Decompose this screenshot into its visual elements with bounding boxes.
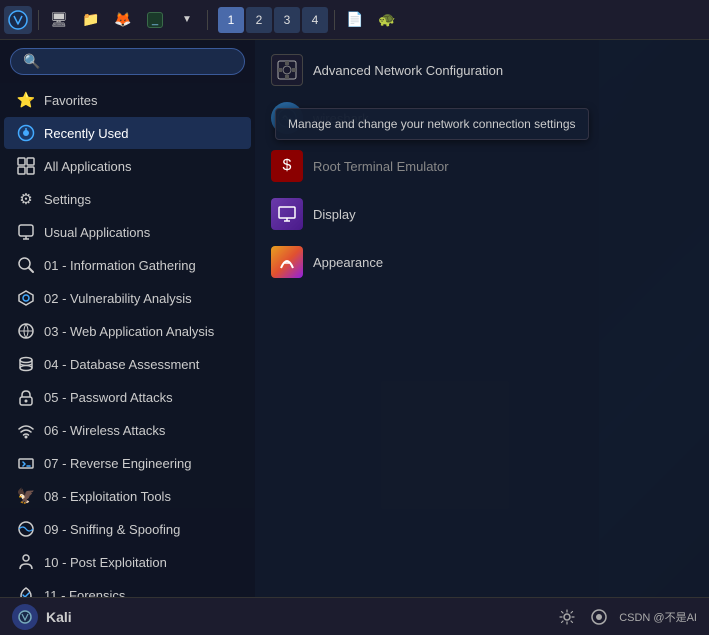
post-exploit-icon: [16, 552, 36, 572]
info-gathering-icon: [16, 255, 36, 275]
all-applications-label: All Applications: [44, 159, 239, 174]
taskbar-firefox-icon[interactable]: 🦊: [109, 6, 137, 34]
02-label: 02 - Vulnerability Analysis: [44, 291, 239, 306]
app-list-panel: Manage and change your network connectio…: [255, 40, 709, 597]
taskbar-terminal-icon[interactable]: _: [141, 6, 169, 34]
taskbar-files-icon[interactable]: 📁: [77, 6, 105, 34]
bottom-settings-icon[interactable]: [555, 605, 579, 629]
07-label: 07 - Reverse Engineering: [44, 456, 239, 471]
app-item-display[interactable]: Display: [263, 192, 701, 236]
10-label: 10 - Post Exploitation: [44, 555, 239, 570]
search-icon: 🔍: [23, 53, 40, 70]
wireless-icon: [16, 420, 36, 440]
root-terminal-label: Root Terminal Emulator: [313, 159, 449, 174]
workspace-switcher: 1 2 3 4: [218, 7, 328, 33]
11-label: 11 - Forensics: [44, 588, 239, 598]
favorites-icon: ⭐: [16, 90, 36, 110]
usual-apps-icon: [16, 222, 36, 242]
main-area: 🔍 ⭐ Favorites Recently Used: [0, 40, 709, 597]
root-terminal-icon: $: [271, 150, 303, 182]
menu-list: ⭐ Favorites Recently Used: [0, 83, 255, 597]
sidebar-item-01-info-gathering[interactable]: 01 - Information Gathering: [4, 249, 251, 281]
db-assessment-icon: [16, 354, 36, 374]
09-label: 09 - Sniffing & Spoofing: [44, 522, 239, 537]
06-label: 06 - Wireless Attacks: [44, 423, 239, 438]
app-item-appearance[interactable]: Appearance: [263, 240, 701, 284]
adv-net-config-label: Advanced Network Configuration: [313, 63, 503, 78]
recently-used-label: Recently Used: [44, 126, 239, 141]
08-label: 08 - Exploitation Tools: [44, 489, 239, 504]
workspace-3[interactable]: 3: [274, 7, 300, 33]
taskbar-display-icon[interactable]: 🖥: [45, 6, 73, 34]
app-item-adv-net-config[interactable]: Advanced Network Configuration: [263, 48, 701, 92]
bottom-bar: Kali CSDN @不是AI: [0, 597, 709, 635]
all-apps-icon: [16, 156, 36, 176]
workspace-2[interactable]: 2: [246, 7, 272, 33]
sidebar-item-10-post-exploit[interactable]: 10 - Post Exploitation: [4, 546, 251, 578]
sidebar-item-08-exploit[interactable]: 🦅 08 - Exploitation Tools: [4, 480, 251, 512]
taskbar-sep-1: [38, 10, 39, 30]
favorites-label: Favorites: [44, 93, 239, 108]
settings-icon: ⚙: [16, 189, 36, 209]
workspace-4[interactable]: 4: [302, 7, 328, 33]
sidebar-item-06-wireless[interactable]: 06 - Wireless Attacks: [4, 414, 251, 446]
sidebar-item-all-applications[interactable]: All Applications: [4, 150, 251, 182]
adv-net-config-icon: [271, 54, 303, 86]
sidebar-item-02-vuln-analysis[interactable]: 02 - Vulnerability Analysis: [4, 282, 251, 314]
taskbar-kali-icon[interactable]: [4, 6, 32, 34]
05-label: 05 - Password Attacks: [44, 390, 239, 405]
bottom-left: Kali: [12, 604, 72, 630]
display-label: Display: [313, 207, 356, 222]
bottom-right-text: CSDN @不是AI: [619, 609, 697, 625]
forensics-icon: [16, 585, 36, 597]
search-bar-container: 🔍: [0, 40, 255, 83]
search-input[interactable]: [48, 54, 232, 69]
exploit-icon: 🦅: [16, 486, 36, 506]
taskbar-extra-icon[interactable]: 🐢: [373, 6, 401, 34]
sidebar-item-03-web-app[interactable]: 03 - Web Application Analysis: [4, 315, 251, 347]
taskbar-dropdown-icon[interactable]: ▼: [173, 6, 201, 34]
taskbar-notes-icon[interactable]: 📄: [341, 6, 369, 34]
appearance-icon: [271, 246, 303, 278]
bottom-right: CSDN @不是AI: [555, 605, 697, 629]
settings-label: Settings: [44, 192, 239, 207]
vuln-analysis-icon: [16, 288, 36, 308]
appearance-label: Appearance: [313, 255, 383, 270]
tooltip: Manage and change your network connectio…: [275, 108, 589, 140]
04-label: 04 - Database Assessment: [44, 357, 239, 372]
bottom-notifications-icon[interactable]: [587, 605, 611, 629]
bottom-kali-label: Kali: [46, 609, 72, 625]
app-item-root-terminal[interactable]: $ Root Terminal Emulator: [263, 144, 701, 188]
sidebar-item-07-reverse[interactable]: 07 - Reverse Engineering: [4, 447, 251, 479]
sidebar-item-recently-used[interactable]: Recently Used: [4, 117, 251, 149]
password-icon: [16, 387, 36, 407]
taskbar-sep-2: [207, 10, 208, 30]
sidebar-item-04-db-assessment[interactable]: 04 - Database Assessment: [4, 348, 251, 380]
web-app-icon: [16, 321, 36, 341]
sidebar-item-favorites[interactable]: ⭐ Favorites: [4, 84, 251, 116]
sidebar-item-11-forensics[interactable]: 11 - Forensics: [4, 579, 251, 597]
sidebar-item-05-password[interactable]: 05 - Password Attacks: [4, 381, 251, 413]
taskbar: 🖥 📁 🦊 _ ▼ 1 2 3 4 📄 🐢: [0, 0, 709, 40]
reverse-eng-icon: [16, 453, 36, 473]
taskbar-sep-3: [334, 10, 335, 30]
01-label: 01 - Information Gathering: [44, 258, 239, 273]
workspace-1[interactable]: 1: [218, 7, 244, 33]
03-label: 03 - Web Application Analysis: [44, 324, 239, 339]
tooltip-text: Manage and change your network connectio…: [288, 117, 576, 131]
search-input-wrap[interactable]: 🔍: [10, 48, 245, 75]
sidebar-item-09-sniffing[interactable]: 09 - Sniffing & Spoofing: [4, 513, 251, 545]
app-menu-sidebar: 🔍 ⭐ Favorites Recently Used: [0, 40, 255, 597]
display-icon: [271, 198, 303, 230]
kali-menu-icon[interactable]: [12, 604, 38, 630]
usual-apps-label: Usual Applications: [44, 225, 239, 240]
sidebar-item-usual-apps[interactable]: Usual Applications: [4, 216, 251, 248]
sniffing-icon: [16, 519, 36, 539]
sidebar-item-settings[interactable]: ⚙ Settings: [4, 183, 251, 215]
recently-used-icon: [16, 123, 36, 143]
